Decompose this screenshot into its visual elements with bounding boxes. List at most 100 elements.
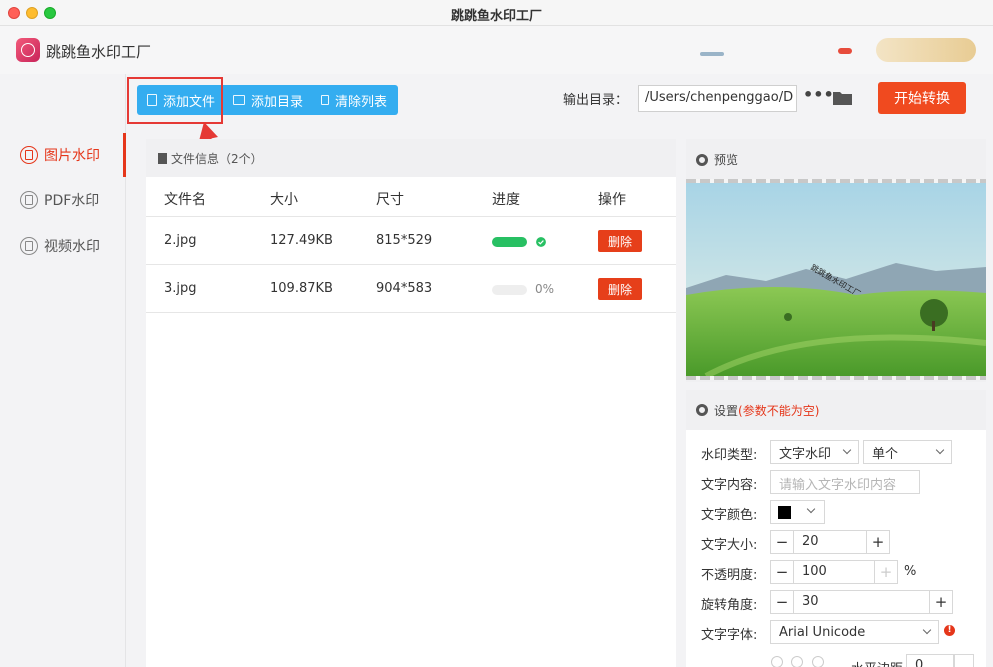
opacity-label: 不透明度: (701, 568, 758, 583)
opacity-input[interactable]: 100 (793, 560, 877, 584)
sidebar-item-pdf-watermark[interactable]: PDF水印 (0, 178, 126, 222)
gear-icon (696, 153, 708, 166)
column-dimensions: 尺寸 (376, 192, 404, 208)
header-decoration (700, 52, 724, 56)
chevron-down-icon (935, 445, 945, 455)
text-content-label: 文字内容: (701, 478, 758, 493)
chevron-down-icon (842, 445, 852, 455)
progress-bar (492, 285, 527, 295)
sidebar: 图片水印 PDF水印 视频水印 (0, 74, 126, 667)
text-size-label: 文字大小: (701, 538, 758, 553)
file-list-panel: 文件信息（2个） 文件名 大小 尺寸 进度 操作 2.jpg 127.49KB … (146, 139, 676, 667)
column-progress: 进度 (492, 192, 520, 208)
position-radio[interactable] (812, 656, 824, 667)
settings-header: 设置 (参数不能为空) (686, 390, 986, 430)
text-size-decrease-button[interactable]: − (770, 530, 794, 554)
color-swatch (778, 506, 791, 519)
stamp-icon (20, 237, 38, 255)
file-info-title: 文件信息（2个） (171, 151, 263, 166)
font-label: 文字字体: (701, 628, 758, 643)
app-logo-icon (16, 38, 40, 62)
rotation-label: 旋转角度: (701, 598, 758, 613)
output-dir-label: 输出目录： (563, 93, 629, 108)
progress-fill (492, 237, 527, 247)
horizontal-margin-input[interactable]: 0 (906, 654, 954, 667)
watermark-type-value: 文字水印 (779, 446, 832, 462)
settings-title: 设置 (714, 403, 739, 418)
progress-percent: 0% (535, 282, 555, 296)
settings-panel: 设置 (参数不能为空) 水印类型: 文字水印 单个 文字内容: 请输入文字水印内… (686, 390, 986, 667)
app-name: 跳跳鱼水印工厂 (46, 43, 152, 61)
file-dimensions: 815*529 (376, 233, 433, 248)
sidebar-item-video-watermark[interactable]: 视频水印 (0, 224, 126, 268)
sidebar-item-image-watermark[interactable]: 图片水印 (0, 133, 126, 177)
column-filename: 文件名 (164, 192, 206, 208)
highlight-box (127, 77, 223, 124)
error-icon: ! (944, 625, 955, 636)
watermark-type-select[interactable]: 文字水印 (770, 440, 859, 464)
sidebar-item-label: PDF水印 (44, 193, 100, 209)
sidebar-item-label: 图片水印 (44, 148, 100, 164)
window-title: 跳跳鱼水印工厂 (450, 9, 542, 24)
file-name: 3.jpg (164, 281, 197, 296)
add-folder-label: 添加目录 (251, 94, 304, 110)
delete-button[interactable]: 删除 (598, 278, 642, 300)
delete-button[interactable]: 删除 (598, 230, 642, 252)
font-value: Arial Unicode (779, 624, 866, 640)
filmstrip-bottom (686, 376, 986, 380)
file-dimensions: 904*583 (376, 281, 433, 296)
open-folder-icon[interactable] (832, 90, 853, 106)
table-header: 文件名 大小 尺寸 进度 操作 (146, 177, 676, 217)
text-color-label: 文字颜色: (701, 508, 758, 523)
position-radio[interactable] (771, 656, 783, 667)
more-options-button[interactable]: ••• (803, 87, 834, 107)
opacity-increase-button[interactable]: + (874, 560, 898, 584)
trash-icon (321, 95, 329, 105)
settings-warning: (参数不能为空) (738, 403, 820, 418)
progress-bar (492, 237, 527, 247)
text-color-picker[interactable] (770, 500, 825, 524)
gear-icon (696, 404, 708, 416)
stamp-icon (20, 146, 38, 164)
sidebar-item-label: 视频水印 (44, 239, 100, 255)
file-info-header: 文件信息（2个） (146, 139, 676, 177)
folder-icon (233, 95, 245, 105)
rotation-increase-button[interactable]: + (929, 590, 953, 614)
table-row[interactable]: 2.jpg 127.49KB 815*529 删除 (146, 217, 676, 265)
preview-image: 跳跳鱼水印工厂 (686, 183, 986, 376)
app-header: 跳跳鱼水印工厂 (0, 26, 993, 74)
header-badge (838, 48, 852, 54)
horizontal-margin-stepper[interactable] (954, 654, 974, 667)
file-name: 2.jpg (164, 233, 197, 248)
text-size-input[interactable]: 20 (793, 530, 867, 554)
preview-header: 预览 (696, 151, 738, 168)
chevron-down-icon (806, 504, 816, 514)
horizontal-margin-label: 水平边距 (851, 658, 903, 667)
vip-banner[interactable] (876, 38, 976, 62)
text-size-increase-button[interactable]: + (866, 530, 890, 554)
position-radio[interactable] (791, 656, 803, 667)
output-dir-field[interactable]: /Users/chenpenggao/D (638, 85, 797, 112)
watermark-type-label: 水印类型: (701, 448, 758, 463)
text-content-input[interactable]: 请输入文字水印内容 (770, 470, 920, 494)
start-convert-button[interactable]: 开始转换 (878, 82, 966, 114)
file-size: 127.49KB (270, 233, 333, 248)
clear-list-label: 清除列表 (335, 94, 388, 110)
column-actions: 操作 (598, 192, 626, 208)
table-row[interactable]: 3.jpg 109.87KB 904*583 0% 删除 (146, 265, 676, 313)
rotation-decrease-button[interactable]: − (770, 590, 794, 614)
preview-panel: 预览 跳跳鱼水印工厂 (686, 139, 986, 382)
rotation-input[interactable]: 30 (793, 590, 930, 614)
font-select[interactable]: Arial Unicode (770, 620, 939, 644)
clear-list-button[interactable]: 清除列表 (321, 85, 387, 115)
add-folder-button[interactable]: 添加目录 (233, 85, 303, 115)
opacity-unit: % (904, 564, 917, 579)
title-bar: 跳跳鱼水印工厂 (0, 0, 993, 26)
chevron-down-icon (922, 625, 932, 635)
watermark-mode-select[interactable]: 单个 (863, 440, 952, 464)
preview-title: 预览 (714, 153, 739, 167)
file-size: 109.87KB (270, 281, 333, 296)
column-size: 大小 (270, 192, 298, 208)
check-circle-icon (536, 237, 546, 247)
opacity-decrease-button[interactable]: − (770, 560, 794, 584)
